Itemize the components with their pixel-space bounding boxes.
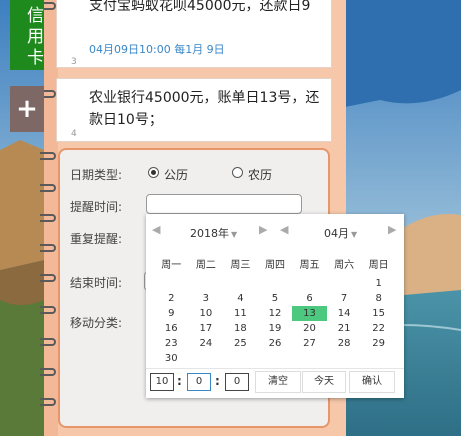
repeat-label: 重复提醒: [70, 232, 123, 246]
calendar-day[interactable]: 5 [258, 291, 293, 306]
calendar-day[interactable]: 19 [258, 321, 293, 336]
calendar-day[interactable]: 2 [154, 291, 189, 306]
weekday-label: 周二 [195, 260, 216, 271]
calendar-day[interactable]: 8 [361, 291, 396, 306]
calendar-day[interactable]: 9 [154, 306, 189, 321]
time-separator: : [215, 374, 220, 388]
time-separator: : [177, 374, 182, 388]
next-year-icon[interactable]: ▶ [259, 223, 267, 236]
calendar-empty-cell [292, 276, 327, 291]
calendar-empty-cell [223, 276, 258, 291]
calendar-empty-cell [361, 351, 396, 366]
weekday-label: 周四 [264, 260, 285, 271]
month-select[interactable]: 04月 ▼ [324, 225, 357, 241]
prev-month-icon[interactable]: ◀ [280, 223, 288, 236]
add-button[interactable]: + [10, 86, 44, 132]
calendar-empty-cell [327, 276, 362, 291]
calendar-day[interactable]: 15 [361, 306, 396, 321]
calendar-empty-cell [327, 351, 362, 366]
time-footer: 10 : 0 : 0 清空 今天 确认 [146, 368, 404, 399]
weekday-label: 周三 [230, 260, 251, 271]
next-month-icon[interactable]: ▶ [388, 223, 396, 236]
weekday-label: 周日 [368, 260, 389, 271]
calendar-empty-cell [223, 351, 258, 366]
minute-input[interactable]: 0 [187, 373, 211, 391]
card-number: 4 [71, 129, 77, 139]
today-button[interactable]: 今天 [302, 371, 346, 393]
calendar-days: 1 2 3 4 5 6 7 8 9 10 11 12 13 14 15 16 17 18 19 20 21 22 23 24 2… [154, 276, 396, 366]
solar-radio[interactable] [148, 167, 159, 178]
calendar-day[interactable]: 25 [223, 336, 258, 351]
calendar-day[interactable]: 23 [154, 336, 189, 351]
calendar-day[interactable]: 6 [292, 291, 327, 306]
lunar-label: 农历 [248, 168, 273, 182]
binder-ring [40, 338, 56, 346]
calendar-day[interactable]: 29 [361, 336, 396, 351]
calendar-day[interactable]: 3 [189, 291, 224, 306]
calendar-day[interactable]: 11 [223, 306, 258, 321]
binder-ring [40, 214, 56, 222]
calendar-day[interactable]: 10 [189, 306, 224, 321]
calendar-day[interactable]: 14 [327, 306, 362, 321]
binder-ring [40, 368, 56, 376]
weekday-label: 周六 [334, 260, 355, 271]
confirm-button[interactable]: 确认 [349, 371, 395, 393]
second-input[interactable]: 0 [225, 373, 249, 391]
year-select[interactable]: 2018年 ▼ [190, 225, 237, 241]
calendar-day[interactable]: 7 [327, 291, 362, 306]
weekday-label: 周五 [299, 260, 320, 271]
move-category-label: 移动分类: [70, 316, 123, 330]
calendar-day[interactable]: 27 [292, 336, 327, 351]
reminder-card[interactable]: 农业银行45000元，账单日13号，还款日10号； 4 [56, 78, 332, 142]
calendar-empty-cell [189, 276, 224, 291]
calendar-day[interactable]: 17 [189, 321, 224, 336]
calendar-day[interactable]: 12 [258, 306, 293, 321]
lunar-radio[interactable] [232, 167, 243, 178]
reminder-schedule: 04月09日10:00 每1月 9日 [89, 43, 225, 56]
binder-ring [40, 398, 56, 406]
weekday-header: 周一 周二 周三 周四 周五 周六 周日 [154, 256, 396, 271]
calendar-empty-cell [258, 351, 293, 366]
remind-time-input[interactable] [146, 194, 302, 214]
calendar-day[interactable]: 30 [154, 351, 189, 366]
calendar-day[interactable]: 4 [223, 291, 258, 306]
calendar-day[interactable]: 16 [154, 321, 189, 336]
calendar-day[interactable]: 20 [292, 321, 327, 336]
chevron-down-icon: ▼ [231, 230, 238, 239]
calendar-day[interactable]: 1 [361, 276, 396, 291]
weekday-label: 周一 [161, 260, 182, 271]
binder-ring [40, 274, 56, 282]
category-tab-credit-card[interactable]: 信用卡 [10, 0, 44, 70]
clear-button[interactable]: 清空 [255, 371, 301, 393]
binder-ring [40, 184, 56, 192]
binder-ring [40, 152, 56, 160]
calendar-day[interactable]: 21 [327, 321, 362, 336]
calendar-day[interactable]: 24 [189, 336, 224, 351]
solar-label: 公历 [164, 168, 189, 182]
reminder-card[interactable]: 支付宝蚂蚁花呗45000元，还款日9 04月09日10:00 每1月 9日 3 [56, 0, 332, 68]
card-number: 3 [71, 57, 77, 67]
calendar-day[interactable]: 28 [327, 336, 362, 351]
end-time-label: 结束时间: [70, 276, 123, 290]
binder-ring [40, 306, 56, 314]
binder-ring [40, 244, 56, 252]
chevron-down-icon: ▼ [351, 230, 358, 239]
calendar-empty-cell [258, 276, 293, 291]
calendar-empty-cell [189, 351, 224, 366]
reminder-text: 农业银行45000元，账单日13号，还款日10号； [89, 90, 320, 128]
calendar-day[interactable]: 13 [292, 306, 327, 321]
calendar-day[interactable]: 26 [258, 336, 293, 351]
calendar-empty-cell [292, 351, 327, 366]
calendar-empty-cell [154, 276, 189, 291]
hour-input[interactable]: 10 [150, 373, 174, 391]
calendar-day[interactable]: 22 [361, 321, 396, 336]
date-picker: ◀ 2018年 ▼ ▶ ◀ 04月 ▼ ▶ 周一 周二 周三 周四 周五 周六 周日 12345… [146, 214, 404, 398]
remind-time-label: 提醒时间: [70, 200, 123, 214]
calendar-day[interactable]: 18 [223, 321, 258, 336]
reminder-text: 支付宝蚂蚁花呗45000元，还款日9 [89, 0, 311, 14]
date-type-label: 日期类型: [70, 168, 123, 182]
prev-year-icon[interactable]: ◀ [152, 223, 160, 236]
